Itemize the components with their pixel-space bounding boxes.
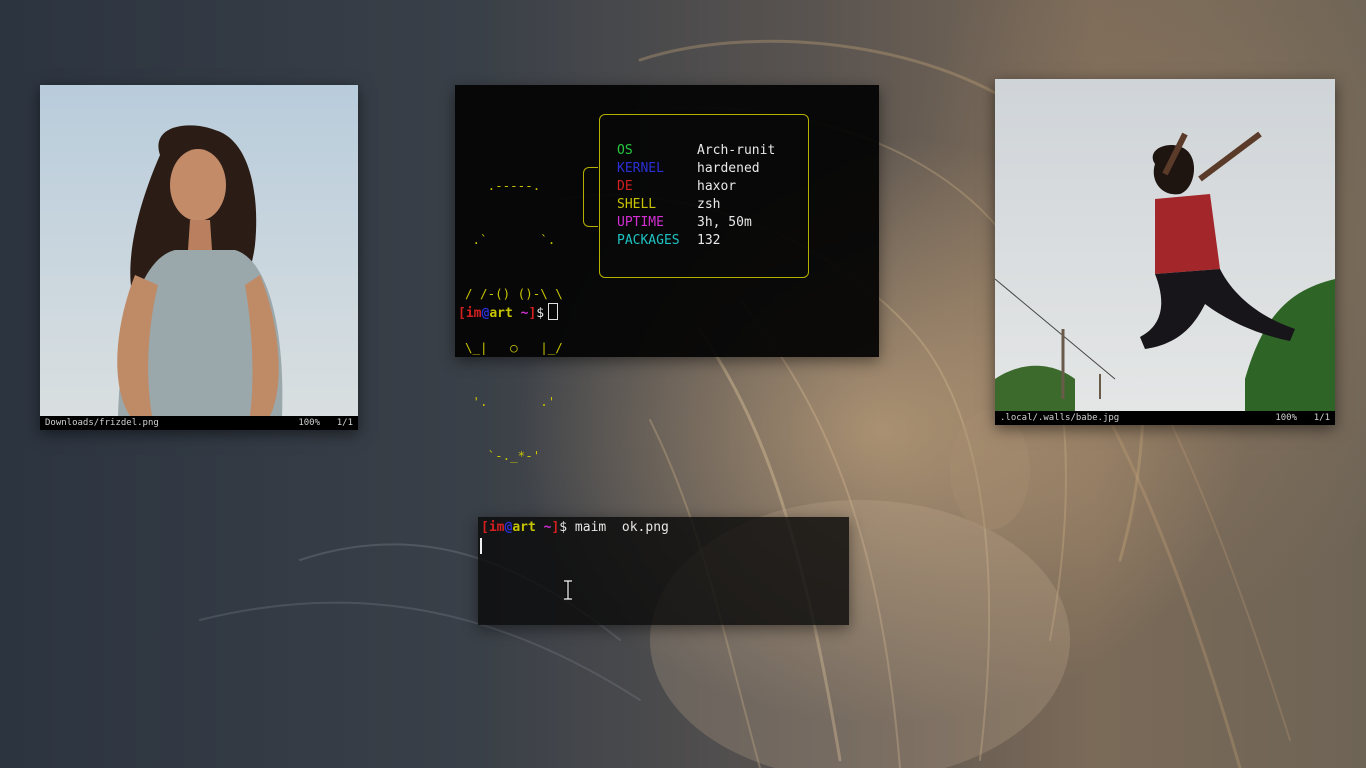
command-terminal[interactable]: [im@art ~]$ maim ok.png	[478, 517, 849, 625]
command-text: maim ok.png	[567, 520, 669, 535]
info-key: UPTIME	[617, 215, 664, 230]
ibeam-pointer-icon	[564, 580, 572, 600]
info-value: Arch-runit	[697, 143, 776, 158]
zoom-level: 100%	[298, 418, 320, 428]
info-key: PACKAGES	[617, 233, 680, 248]
info-key: OS	[617, 143, 633, 158]
shell-prompt[interactable]: [im@art ~]$	[458, 303, 559, 323]
photo-frizdel	[40, 85, 358, 416]
block-cursor	[548, 303, 559, 320]
info-value: hardened	[697, 161, 760, 176]
info-key: DE	[617, 179, 633, 194]
file-path: Downloads/frizdel.png	[45, 418, 159, 428]
status-bar: Downloads/frizdel.png 100% 1/1	[40, 416, 358, 430]
info-value: zsh	[697, 197, 721, 212]
zoom-level: 100%	[1275, 413, 1297, 423]
page-counter: 1/1	[336, 418, 353, 428]
fetch-terminal[interactable]: .-----. .` `. / /-() ()-\ \ \_| ○ |_/ '.…	[455, 85, 879, 463]
text-cursor	[480, 538, 482, 554]
logo-bracket	[583, 167, 598, 227]
image-viewer-left[interactable]: Downloads/frizdel.png 100% 1/1	[40, 85, 358, 430]
info-value: 3h, 50m	[697, 215, 752, 230]
file-path: .local/.walls/babe.jpg	[1000, 413, 1120, 423]
info-value: 132	[697, 233, 721, 248]
info-key: SHELL	[617, 197, 657, 212]
system-info-box: OS Arch-runit KERNEL hardened DE haxor S…	[599, 114, 809, 278]
image-viewer-right[interactable]: .local/.walls/babe.jpg 100% 1/1	[995, 79, 1335, 425]
info-value: haxor	[697, 179, 737, 194]
shell-prompt[interactable]: [im@art ~]$ maim ok.png	[481, 519, 669, 537]
photo-babe	[995, 79, 1335, 411]
status-bar: .local/.walls/babe.jpg 100% 1/1	[995, 411, 1335, 425]
info-key: KERNEL	[617, 161, 664, 176]
page-counter: 1/1	[1313, 413, 1330, 423]
